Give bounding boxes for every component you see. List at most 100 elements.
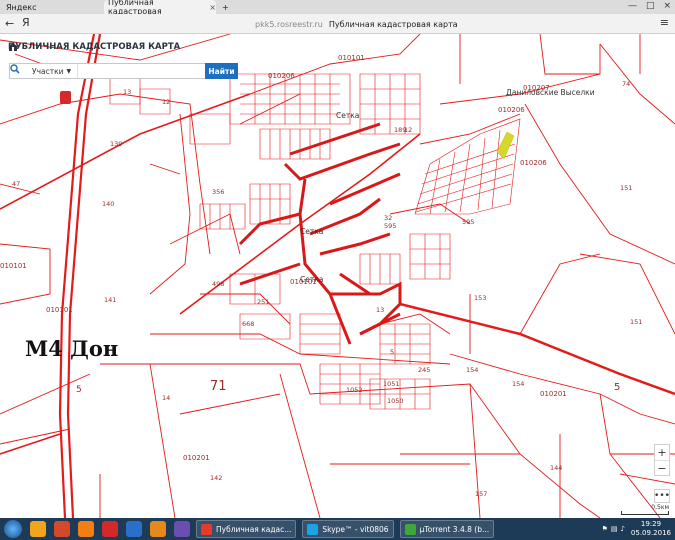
tab-cadastral-map[interactable]: Публичная кадастровая ×	[104, 0, 216, 16]
parcel-number: 010101	[0, 262, 27, 270]
parcel-number: 5	[390, 348, 394, 356]
skype-icon	[307, 523, 319, 535]
parcel-number: 153	[474, 294, 486, 302]
address-bar: ← Я pkk5.rosreestr.ru Публичная кадастро…	[0, 14, 675, 34]
taskbar-item-skype[interactable]: Skype™ - vit0806	[302, 520, 394, 538]
minimize-icon[interactable]: —	[628, 1, 637, 11]
parcel-number: 151	[620, 184, 632, 192]
url-page-title: Публичная кадастровая карта	[328, 19, 458, 29]
system-tray: ⚑ ▤ ♪ 19:29 05.09.2016	[602, 520, 671, 538]
parcel-number: 14	[162, 394, 170, 402]
parcel-number: 139	[110, 140, 122, 148]
rosreestr-logo-icon	[9, 43, 17, 51]
parcel-number: 141	[104, 296, 116, 304]
parcel-number: 13	[123, 88, 131, 96]
yandex-browser-icon	[201, 523, 212, 535]
parcel-number: 154	[466, 366, 478, 374]
place-label: Сетка	[336, 111, 359, 120]
explorer-icon[interactable]	[30, 521, 46, 537]
taskbar-item-label: Публичная кадас...	[216, 524, 292, 534]
search-button[interactable]: Найти	[205, 63, 238, 79]
screen: Яндекс Публичная кадастровая × + — □ × ←…	[0, 0, 675, 540]
clock-time: 19:29	[640, 520, 662, 528]
word-icon[interactable]	[126, 521, 142, 537]
place-label: Даниловские Выселки	[506, 88, 595, 97]
zoom-in-button[interactable]: +	[655, 445, 669, 460]
chrome-icon[interactable]	[54, 521, 70, 537]
taskbar-item-label: Skype™ - vit0806	[322, 524, 389, 534]
chevron-down-icon: ▼	[66, 67, 72, 75]
clock[interactable]: 19:29 05.09.2016	[631, 520, 671, 538]
parcel-number: 154	[512, 380, 524, 388]
network-icon[interactable]: ▤	[611, 525, 618, 533]
tab-label: Яндекс	[6, 2, 37, 12]
search-bar: Участки ▼ Найти	[9, 63, 238, 79]
parcel-number: 12	[162, 98, 170, 106]
more-button[interactable]: •••	[654, 489, 670, 503]
parcel-number: 010201	[540, 390, 567, 398]
scale-bar: 0,5км	[621, 504, 669, 515]
tab-yandex[interactable]: Яндекс	[2, 0, 98, 14]
close-icon[interactable]: ×	[209, 3, 216, 12]
site-title: ПУБЛИЧНАЯ КАДАСТРОВАЯ КАРТА	[8, 42, 181, 52]
vlc-icon[interactable]	[78, 521, 94, 537]
start-button[interactable]	[4, 520, 22, 538]
parcel-number: 245	[418, 366, 430, 374]
yandex-logo-icon[interactable]: Я	[22, 16, 30, 29]
cadastral-map[interactable]: 010101 010206 010207 010206 010206 01020…	[0, 34, 675, 518]
parcel-number: 157	[475, 490, 487, 498]
utorrent-icon	[404, 523, 416, 535]
back-arrow-icon[interactable]: ←	[5, 17, 14, 30]
search-icon[interactable]	[10, 64, 28, 78]
parcel-number: 1052	[346, 386, 363, 394]
parcel-number: 151	[630, 318, 642, 326]
parcel-number: 010206	[268, 72, 295, 80]
close-window-icon[interactable]: ×	[663, 1, 671, 11]
flag-icon[interactable]: ⚑	[602, 525, 608, 533]
parcel-number: 142	[210, 474, 222, 482]
parcel-number: 595	[462, 218, 474, 226]
taskbar-item-utorrent[interactable]: µTorrent 3.4.8 (b...	[399, 520, 495, 538]
visual-studio-icon[interactable]	[174, 521, 190, 537]
parcel-number: 010206	[498, 106, 525, 114]
new-tab-button[interactable]: +	[218, 0, 232, 14]
parcel-number: 71	[210, 379, 227, 394]
window-controls: — □ ×	[628, 1, 671, 11]
parcel-number: 32	[384, 214, 392, 222]
taskbar: Публичная кадас... Skype™ - vit0806 µTor…	[0, 518, 675, 540]
map-marker-icon[interactable]	[60, 91, 71, 104]
media-player-icon[interactable]	[150, 521, 166, 537]
url-domain: pkk5.rosreestr.ru	[255, 19, 323, 29]
parcel-number: 12	[404, 126, 412, 134]
taskbar-item-label: µTorrent 3.4.8 (b...	[419, 524, 490, 534]
parcel-number: 356	[212, 188, 224, 196]
parcel-number: 1050	[387, 397, 404, 405]
zoom-out-button[interactable]: −	[655, 460, 669, 475]
site-header[interactable]: ПУБЛИЧНАЯ КАДАСТРОВАЯ КАРТА	[8, 42, 180, 52]
parcel-number: 251	[257, 298, 269, 306]
parcel-number: 010201	[183, 454, 210, 462]
search-type-select[interactable]: Участки ▼	[28, 64, 78, 78]
parcel-number: 498	[212, 280, 224, 288]
parcel-number: 668	[242, 320, 254, 328]
parcel-number: 010206	[520, 159, 547, 167]
scale-line	[621, 511, 669, 515]
parcel-number: 5	[614, 382, 620, 393]
parcel-number: 595	[384, 222, 396, 230]
parcel-number: 140	[102, 200, 114, 208]
taskbar-item-browser[interactable]: Публичная кадас...	[196, 520, 297, 538]
parcel-number: 144	[550, 464, 562, 472]
url-field[interactable]: pkk5.rosreestr.ru Публичная кадастровая …	[255, 17, 458, 31]
parcel-number: 74	[622, 80, 630, 88]
parcel-number: 13	[376, 306, 384, 314]
search-type-value: Участки	[32, 66, 64, 76]
volume-icon[interactable]: ♪	[620, 525, 624, 533]
browser-tab-strip: Яндекс Публичная кадастровая × + — □ ×	[0, 0, 675, 16]
maximize-icon[interactable]: □	[646, 1, 655, 11]
scale-label: 0,5км	[651, 504, 669, 511]
opera-icon[interactable]	[102, 521, 118, 537]
place-label: Сетка	[300, 275, 323, 284]
parcel-number: 010101	[46, 306, 73, 314]
hamburger-icon[interactable]: ≡	[660, 16, 669, 29]
clock-date: 05.09.2016	[630, 529, 671, 537]
